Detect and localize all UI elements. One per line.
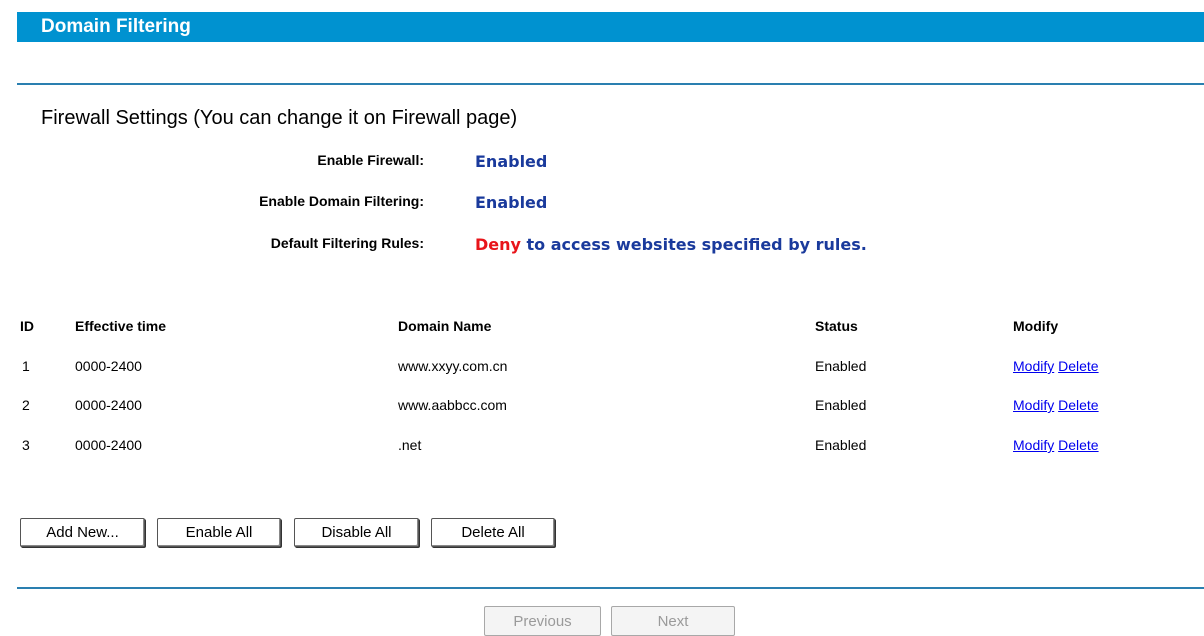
modify-link[interactable]: Modify — [1013, 397, 1054, 413]
column-header-status: Status — [815, 318, 858, 334]
enable-domain-filtering-label: Enable Domain Filtering: — [259, 193, 424, 209]
modify-link[interactable]: Modify — [1013, 358, 1054, 374]
column-header-modify: Modify — [1013, 318, 1059, 334]
enable-domain-filtering-value: Enabled — [475, 193, 548, 212]
delete-link[interactable]: Delete — [1058, 358, 1098, 374]
column-header-effective-time: Effective time — [75, 318, 167, 334]
row-effective-time: 0000-2400 — [75, 437, 142, 453]
divider-bottom — [17, 587, 1204, 589]
row-status: Enabled — [815, 397, 867, 413]
deny-keyword: Deny — [475, 235, 521, 254]
row-id: 1 — [22, 358, 30, 374]
row-status: Enabled — [815, 358, 867, 374]
row-effective-time: 0000-2400 — [75, 358, 142, 374]
enable-firewall-value: Enabled — [475, 152, 548, 171]
disable-all-button[interactable]: Disable All — [294, 518, 419, 547]
row-status: Enabled — [815, 437, 867, 453]
default-filtering-rules-label: Default Filtering Rules: — [270, 235, 424, 251]
divider-top — [17, 83, 1204, 85]
delete-link[interactable]: Delete — [1058, 437, 1098, 453]
enable-firewall-label: Enable Firewall: — [317, 152, 424, 168]
row-domain-name: www.xxyy.com.cn — [398, 358, 508, 374]
default-filtering-rules-value: Deny to access websites specified by rul… — [475, 235, 867, 254]
column-header-id: ID — [20, 318, 34, 334]
row-id: 2 — [22, 397, 30, 413]
row-id: 3 — [22, 437, 30, 453]
row-effective-time: 0000-2400 — [75, 397, 142, 413]
row-domain-name: www.aabbcc.com — [398, 397, 507, 413]
page-title-bar: Domain Filtering — [17, 12, 1204, 42]
firewall-settings-title: Firewall Settings (You can change it on … — [41, 107, 518, 129]
enable-all-button[interactable]: Enable All — [157, 518, 281, 547]
column-header-domain-name: Domain Name — [398, 318, 492, 334]
page-title: Domain Filtering — [41, 16, 191, 37]
row-domain-name: .net — [398, 437, 422, 453]
modify-link[interactable]: Modify — [1013, 437, 1054, 453]
rule-description: to access websites specified by rules. — [520, 235, 867, 254]
delete-link[interactable]: Delete — [1058, 397, 1098, 413]
delete-all-button[interactable]: Delete All — [431, 518, 555, 547]
add-new-button[interactable]: Add New... — [20, 518, 145, 547]
